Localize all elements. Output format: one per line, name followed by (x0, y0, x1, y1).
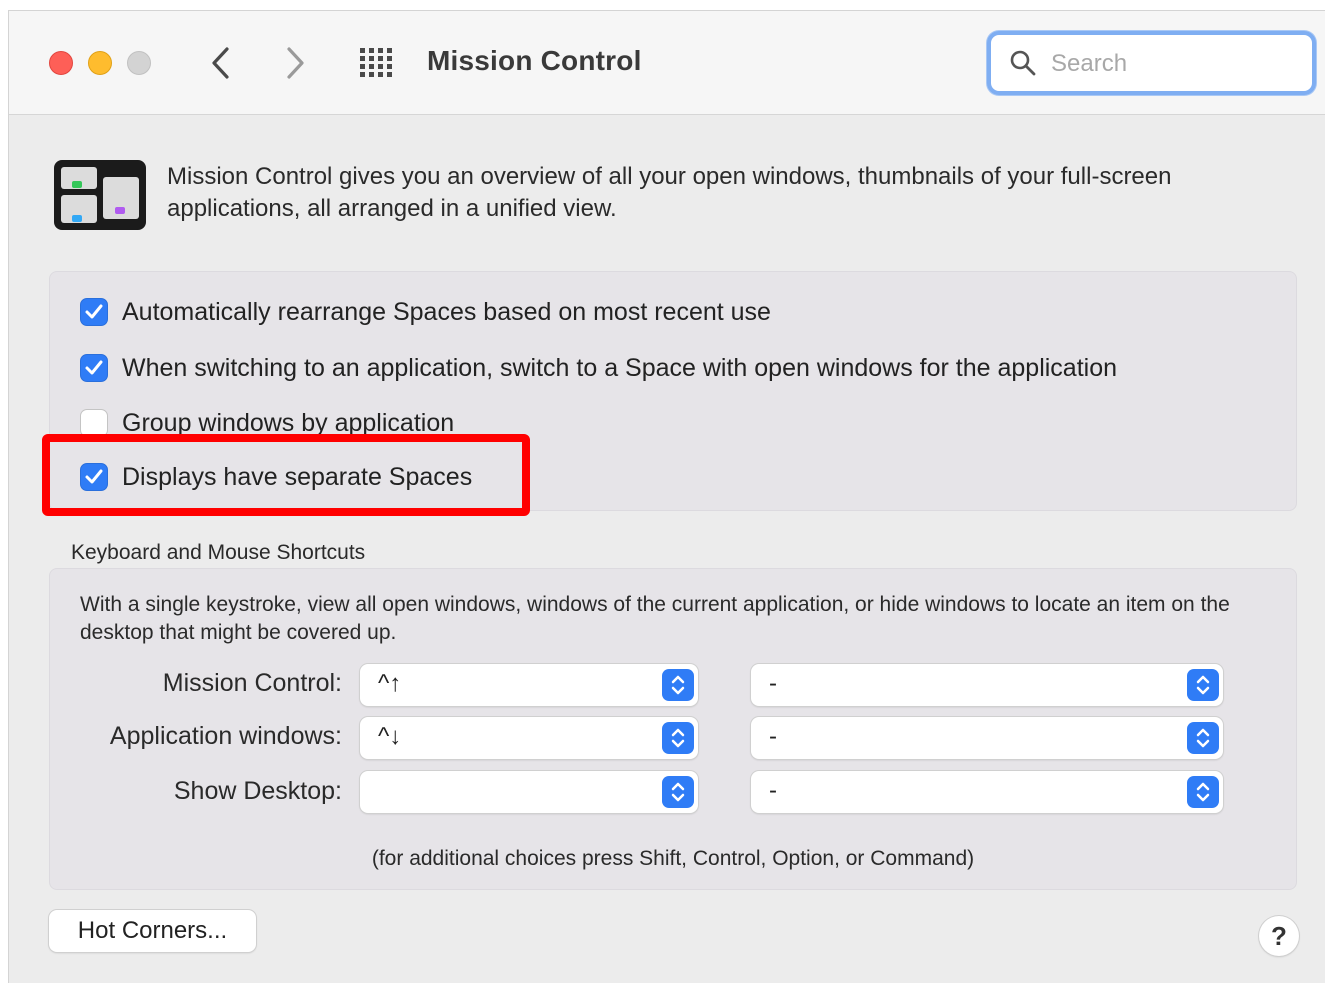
hot-corners-button[interactable]: Hot Corners... (49, 910, 256, 952)
application-windows-mouse-popup[interactable]: - (751, 717, 1223, 759)
popup-value: - (769, 723, 777, 750)
forward-button[interactable] (275, 41, 315, 85)
spaces-options-group: Automatically rearrange Spaces based on … (49, 271, 1297, 511)
option-label: Automatically rearrange Spaces based on … (122, 297, 771, 326)
popup-arrows-icon (1187, 722, 1219, 754)
show-all-grid-icon (360, 48, 392, 77)
mission-control-app-icon (54, 160, 146, 230)
popup-arrows-icon (662, 776, 694, 808)
show-all-button[interactable] (357, 47, 397, 77)
search-input[interactable] (1051, 47, 1291, 81)
popup-arrows-icon (1187, 776, 1219, 808)
option-label: Displays have separate Spaces (122, 462, 473, 491)
modifier-keys-note: (for additional choices press Shift, Con… (371, 847, 975, 870)
search-field[interactable] (987, 31, 1316, 95)
option-displays-separate-spaces[interactable]: Displays have separate Spaces (80, 460, 472, 494)
option-label: Group windows by application (122, 408, 455, 437)
forward-chevron-icon (287, 47, 304, 79)
popup-arrows-icon (1187, 669, 1219, 701)
option-label: When switching to an application, switch… (122, 353, 1118, 382)
shortcut-label-application-windows: Application windows: (109, 722, 342, 750)
popup-value: ^↑ (378, 670, 402, 697)
mission-control-mouse-popup[interactable]: - (751, 664, 1223, 706)
checkmark-icon (85, 469, 103, 484)
back-chevron-icon (212, 47, 229, 79)
show-desktop-mouse-popup[interactable]: - (751, 771, 1223, 813)
popup-value: ^↓ (378, 723, 402, 750)
close-window-button[interactable] (49, 51, 73, 75)
option-group-windows[interactable]: Group windows by application (80, 406, 454, 440)
window-title: Mission Control (427, 45, 642, 76)
option-switch-to-space[interactable]: When switching to an application, switch… (80, 351, 1117, 385)
application-windows-keyboard-popup[interactable]: ^↓ (360, 717, 698, 759)
checkbox[interactable] (80, 463, 108, 491)
show-desktop-keyboard-popup[interactable] (360, 771, 698, 813)
shortcuts-description: With a single keystroke, view all open w… (80, 593, 1230, 644)
shortcut-label-show-desktop: Show Desktop: (173, 777, 342, 805)
checkmark-icon (85, 304, 103, 319)
help-icon: ? (1271, 920, 1287, 951)
popup-value: - (769, 777, 777, 804)
mission-control-keyboard-popup[interactable]: ^↑ (360, 664, 698, 706)
search-icon (1010, 50, 1036, 76)
zoom-window-button[interactable] (127, 51, 151, 75)
minimize-window-button[interactable] (88, 51, 112, 75)
popup-value: - (769, 670, 777, 697)
checkbox[interactable] (80, 409, 108, 437)
shortcuts-section-label: Keyboard and Mouse Shortcuts (71, 541, 366, 564)
help-button[interactable]: ? (1259, 916, 1299, 956)
system-preferences-window: Mission Control Mission Control gives yo… (8, 10, 1325, 983)
shortcuts-group: With a single keystroke, view all open w… (49, 568, 1297, 890)
checkbox[interactable] (80, 298, 108, 326)
pane-description: Mission Control gives you an overview of… (167, 163, 1172, 222)
shortcut-label-mission-control: Mission Control: (162, 669, 342, 697)
popup-arrows-icon (662, 722, 694, 754)
popup-arrows-icon (662, 669, 694, 701)
checkbox[interactable] (80, 354, 108, 382)
back-button[interactable] (201, 41, 241, 85)
option-rearrange-spaces[interactable]: Automatically rearrange Spaces based on … (80, 295, 771, 329)
checkmark-icon (85, 360, 103, 375)
titlebar: Mission Control (9, 11, 1325, 115)
